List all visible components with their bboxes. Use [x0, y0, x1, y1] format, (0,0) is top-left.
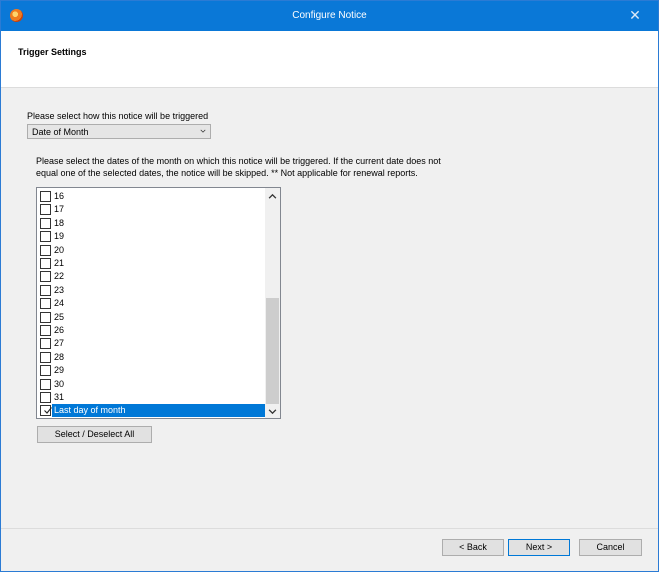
chevron-down-icon [200, 129, 206, 133]
date-checkbox[interactable] [40, 244, 51, 256]
date-label: 28 [54, 351, 65, 362]
list-item[interactable]: 31 [38, 391, 265, 404]
trigger-label: Please select how this notice will be tr… [27, 111, 209, 121]
date-checkbox[interactable] [40, 204, 51, 216]
list-item[interactable]: 23 [38, 284, 265, 297]
date-label: 26 [54, 325, 65, 335]
header-panel: Trigger Settings [1, 31, 658, 88]
page-title: Trigger Settings [18, 47, 87, 57]
list-item[interactable]: 22 [38, 270, 265, 283]
list-item[interactable]: 20 [38, 244, 265, 257]
date-checkbox[interactable] [40, 284, 51, 296]
date-checkbox[interactable] [40, 338, 51, 350]
date-checkbox[interactable] [40, 217, 51, 229]
date-checkbox[interactable] [40, 231, 51, 243]
date-label: 21 [54, 258, 65, 268]
cancel-button[interactable]: Cancel [579, 539, 642, 556]
list-item[interactable]: 30 [38, 378, 265, 391]
date-checkbox[interactable] [40, 378, 51, 390]
window-title: Configure Notice [292, 10, 367, 21]
list-item[interactable]: 19 [38, 230, 265, 243]
list-item[interactable]: 21 [38, 257, 265, 270]
close-icon[interactable]: ✕ [628, 8, 642, 22]
checkmark-icon [44, 407, 52, 415]
scroll-thumb[interactable] [266, 298, 279, 404]
date-checkbox[interactable] [40, 405, 52, 417]
date-label: 23 [54, 284, 65, 295]
date-label: 16 [54, 191, 65, 201]
trigger-type-value: Date of Month [32, 127, 89, 137]
date-checkbox[interactable] [40, 258, 51, 269]
date-checkbox[interactable] [40, 365, 51, 377]
next-button[interactable]: Next > [508, 539, 570, 556]
date-label: 22 [54, 271, 65, 282]
back-button[interactable]: < Back [442, 539, 504, 556]
scroll-up-icon[interactable] [268, 192, 277, 201]
date-label: 19 [54, 231, 65, 242]
list-item[interactable]: 16 [38, 190, 265, 203]
date-checkbox[interactable] [40, 298, 51, 310]
dates-scrollbar[interactable] [265, 188, 280, 418]
date-label: 25 [54, 311, 65, 322]
list-item[interactable]: 29 [38, 364, 265, 377]
date-checkbox[interactable] [40, 392, 51, 403]
select-deselect-all-button[interactable]: Select / Deselect All [37, 426, 152, 443]
date-label: 24 [54, 298, 65, 309]
list-item[interactable]: 26 [38, 324, 265, 337]
scroll-down-icon[interactable] [268, 407, 277, 416]
footer-divider [1, 528, 658, 529]
configure-notice-window: Configure Notice ✕ Trigger Settings Plea… [0, 0, 659, 572]
date-label: 27 [54, 338, 65, 349]
date-label: 20 [54, 244, 65, 255]
date-checkbox[interactable] [40, 351, 51, 363]
selection-highlight: Last day of month [52, 404, 265, 418]
list-item[interactable]: 27 [38, 337, 265, 350]
date-label: 31 [54, 392, 65, 402]
list-item[interactable]: 17 [38, 203, 265, 216]
list-item[interactable]: 24 [38, 297, 265, 310]
date-label: 18 [54, 217, 65, 228]
date-checkbox[interactable] [40, 191, 51, 202]
list-item[interactable]: 18 [38, 217, 265, 230]
date-label: 29 [54, 365, 65, 376]
dates-checklist[interactable]: 16 17 18 19 20 21 22 23 24 25 26 27 28 29 30 31 Last day… [36, 187, 281, 419]
dates-description: Please select the dates of the month on … [36, 155, 476, 179]
list-item[interactable]: Last day of month [38, 404, 265, 418]
date-checkbox[interactable] [40, 311, 51, 323]
date-label: Last day of month [54, 405, 126, 416]
trigger-type-select[interactable]: Date of Month [27, 124, 211, 139]
description-line-2: equal one of the selected dates, the not… [36, 168, 418, 178]
date-label: 17 [54, 204, 65, 215]
date-checkbox[interactable] [40, 325, 51, 336]
list-item[interactable]: 25 [38, 311, 265, 324]
date-label: 30 [54, 378, 65, 389]
title-bar: Configure Notice ✕ [1, 1, 658, 31]
list-item[interactable]: 28 [38, 351, 265, 364]
date-checkbox[interactable] [40, 271, 51, 283]
description-line-1: Please select the dates of the month on … [36, 156, 441, 166]
